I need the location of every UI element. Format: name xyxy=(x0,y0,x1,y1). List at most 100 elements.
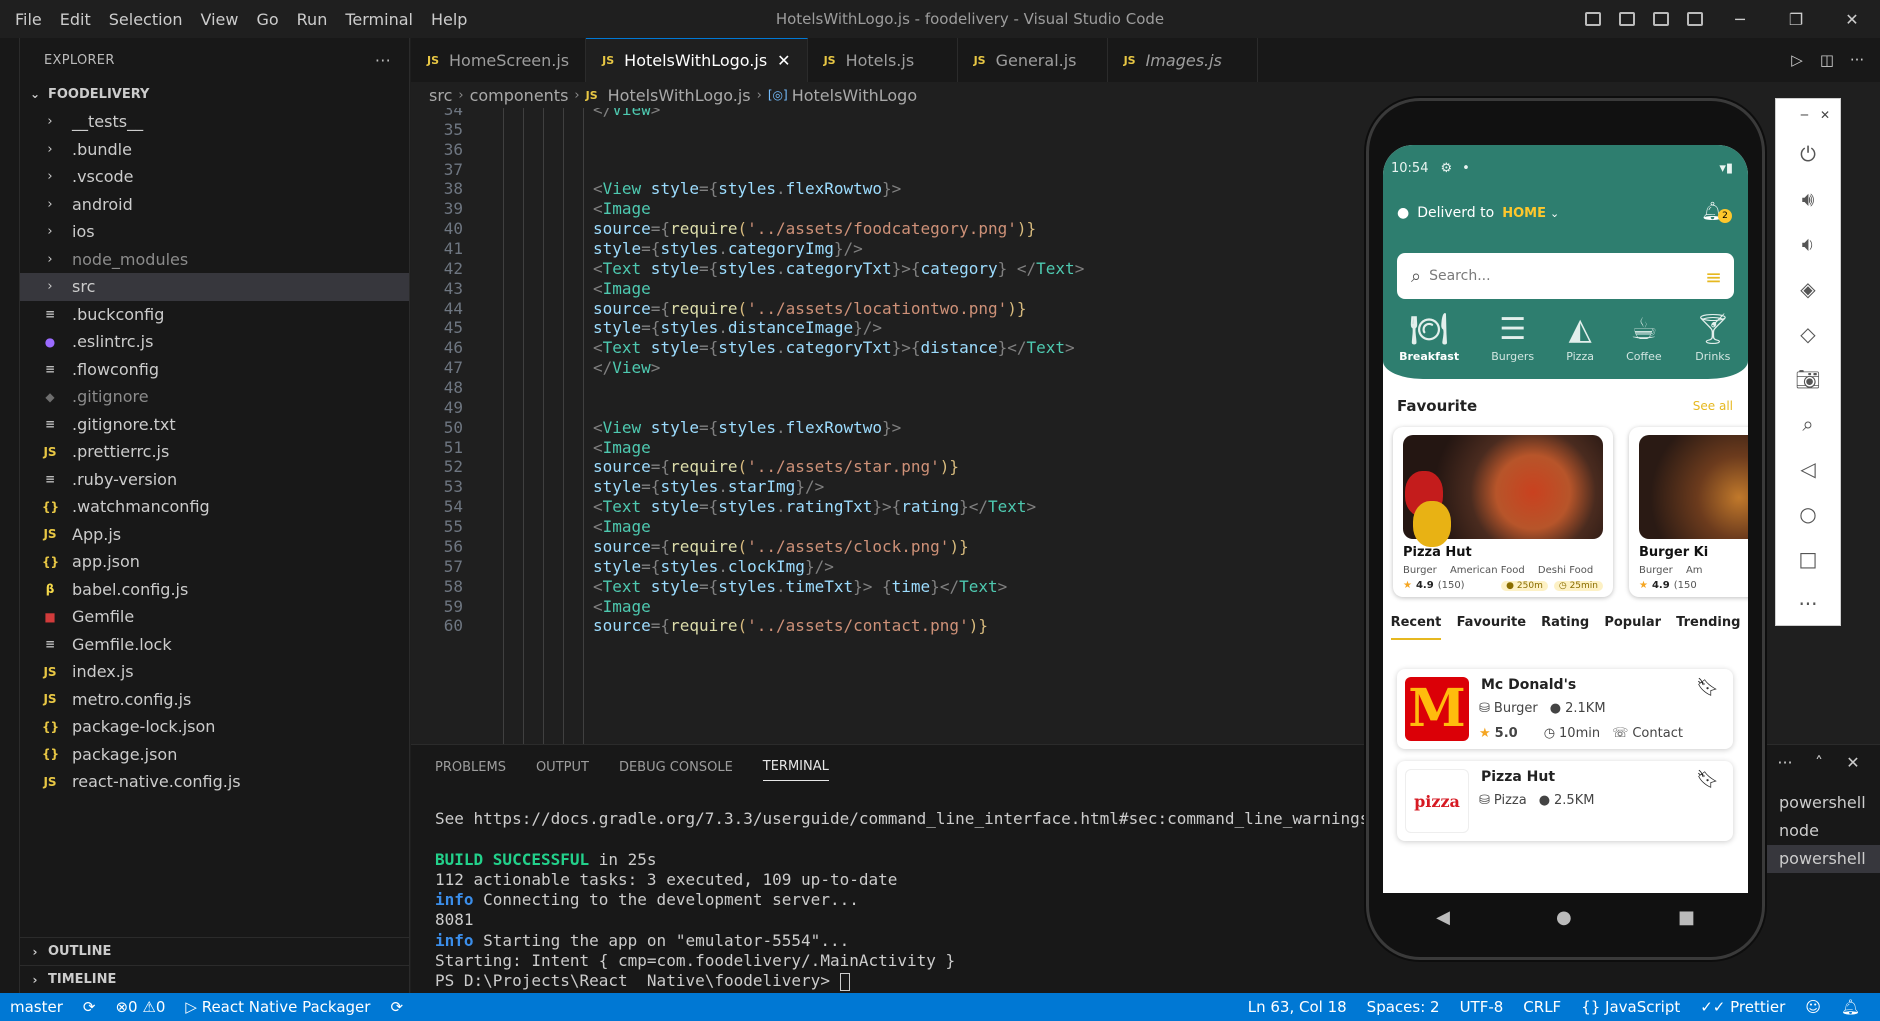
file-item[interactable]: ≡ Gemfile.lock xyxy=(20,631,409,659)
menu-help[interactable]: Help xyxy=(422,10,476,29)
tab-problems[interactable]: PROBLEMS xyxy=(435,754,506,781)
file-item[interactable]: JS .prettierrc.js xyxy=(20,438,409,466)
file-item[interactable]: ≡ .flowconfig xyxy=(20,356,409,384)
restore-button[interactable]: ❐ xyxy=(1768,0,1824,38)
branch-indicator[interactable]: master xyxy=(0,998,73,1016)
home-icon[interactable]: ● xyxy=(1556,907,1572,928)
indentation[interactable]: Spaces: 2 xyxy=(1357,998,1450,1016)
tab-favourite[interactable]: Favourite xyxy=(1457,615,1526,640)
close-window-button[interactable]: ✕ xyxy=(1824,0,1880,38)
folder-item[interactable]: › src xyxy=(20,273,409,301)
folder-item[interactable]: › ios xyxy=(20,218,409,246)
more-actions-icon[interactable]: ··· xyxy=(1842,51,1872,69)
encoding[interactable]: UTF-8 xyxy=(1450,998,1514,1016)
home-icon[interactable]: ○ xyxy=(1776,491,1840,536)
close-panel-icon[interactable]: ✕ xyxy=(1836,753,1870,772)
tab-terminal[interactable]: TERMINAL xyxy=(762,753,829,781)
feedback-icon[interactable]: ☺ xyxy=(1795,998,1831,1016)
language-mode[interactable]: {} JavaScript xyxy=(1571,998,1690,1016)
restaurant-item[interactable]: M Mc Donald's 🔖︎ ⛁ Burger ● 2.1KM ★ 5.0 … xyxy=(1397,669,1733,749)
tab-recent[interactable]: Recent xyxy=(1390,615,1442,640)
back-icon[interactable]: ◁ xyxy=(1776,446,1840,491)
menu-edit[interactable]: Edit xyxy=(51,10,100,29)
file-item[interactable]: JS App.js xyxy=(20,521,409,549)
menu-selection[interactable]: Selection xyxy=(100,10,192,29)
back-icon[interactable]: ◀ xyxy=(1436,907,1450,928)
phone-screen[interactable]: 10:54 ⚙ • ▾▮ ● Deliverd to HOME ⌄ 🔔︎ 2 ⌕… xyxy=(1383,145,1748,893)
packager-button[interactable]: ▷ React Native Packager xyxy=(175,998,380,1016)
project-folder-header[interactable]: ⌄ FOODELIVERY xyxy=(20,82,409,106)
recents-icon[interactable]: ■ xyxy=(1678,907,1695,928)
customize-layout-icon[interactable] xyxy=(1687,12,1703,26)
tab-popular[interactable]: Popular xyxy=(1604,615,1661,640)
tab-images[interactable]: JS Images.js xyxy=(1108,38,1258,82)
breadcrumb-components[interactable]: components xyxy=(470,86,569,105)
minimize-button[interactable]: ─ xyxy=(1712,0,1768,38)
tab-trending[interactable]: Trending xyxy=(1676,615,1740,640)
category-coffee[interactable]: ☕︎ Coffee xyxy=(1626,310,1662,363)
category-pizza[interactable]: ◭ Pizza xyxy=(1566,310,1594,363)
file-item[interactable]: JS react-native.config.js xyxy=(20,768,409,796)
terminal-instance[interactable]: powershell xyxy=(1765,789,1880,817)
menu-go[interactable]: Go xyxy=(247,10,287,29)
split-editor-icon[interactable]: ◫ xyxy=(1812,51,1842,69)
toggle-secondary-sidebar-icon[interactable] xyxy=(1653,12,1669,26)
terminal-instance[interactable]: powershell xyxy=(1765,845,1880,873)
terminal-instance[interactable]: node xyxy=(1765,817,1880,845)
folder-item[interactable]: › .vscode xyxy=(20,163,409,191)
close-icon[interactable]: ✕ xyxy=(1820,108,1830,122)
search-input[interactable]: ⌕ Search... ≡ xyxy=(1397,253,1734,299)
breadcrumb-src[interactable]: src xyxy=(429,86,452,105)
see-all-link[interactable]: See all xyxy=(1693,399,1733,413)
toggle-panel-icon[interactable] xyxy=(1619,12,1635,26)
file-item[interactable]: {} .watchmanconfig xyxy=(20,493,409,521)
run-icon[interactable]: ▷ xyxy=(1782,51,1812,69)
folder-item[interactable]: › android xyxy=(20,191,409,219)
toggle-sidebar-icon[interactable] xyxy=(1585,12,1601,26)
prettier-status[interactable]: ✓✓ Prettier xyxy=(1690,998,1795,1016)
zoom-icon[interactable]: ⌕ xyxy=(1776,401,1840,446)
close-tab-icon[interactable]: ✕ xyxy=(777,51,790,70)
camera-icon[interactable]: 📷︎ xyxy=(1776,356,1840,401)
tab-hotels[interactable]: JS Hotels.js xyxy=(808,38,958,82)
category-drinks[interactable]: 🍸︎ Drinks xyxy=(1694,310,1732,363)
delivery-location[interactable]: ● Deliverd to HOME ⌄ xyxy=(1397,205,1559,221)
tab-general[interactable]: JS General.js xyxy=(958,38,1108,82)
timeline-section[interactable]: › TIMELINE xyxy=(20,965,410,993)
menu-run[interactable]: Run xyxy=(288,10,337,29)
breadcrumb-symbol[interactable]: HotelsWithLogo xyxy=(792,86,917,105)
folder-item[interactable]: › node_modules xyxy=(20,246,409,274)
favourite-card[interactable]: Burger Ki Burger Am ★ 4.9 (150 xyxy=(1629,427,1748,597)
volume-down-icon[interactable]: 🔉︎ xyxy=(1776,221,1840,266)
file-item[interactable]: ● .eslintrc.js xyxy=(20,328,409,356)
restaurant-contact[interactable]: Contact xyxy=(1632,726,1683,741)
menu-file[interactable]: File xyxy=(6,10,51,29)
file-item[interactable]: {} app.json xyxy=(20,548,409,576)
file-item[interactable]: JS metro.config.js xyxy=(20,686,409,714)
folder-item[interactable]: › __tests__ xyxy=(20,108,409,136)
line-ending[interactable]: CRLF xyxy=(1513,998,1571,1016)
volume-up-icon[interactable]: 🔊︎ xyxy=(1776,176,1840,221)
rotate-right-icon[interactable]: ◇ xyxy=(1776,311,1840,356)
panel-more-icon[interactable]: ··· xyxy=(1768,753,1802,772)
category-breakfast[interactable]: 🍽︎ Breakfast xyxy=(1399,310,1459,363)
bookmark-icon[interactable]: 🔖︎ xyxy=(1696,677,1719,698)
menu-terminal[interactable]: Terminal xyxy=(336,10,422,29)
file-item[interactable]: ≡ .buckconfig xyxy=(20,301,409,329)
file-item[interactable]: ◆ .gitignore xyxy=(20,383,409,411)
minimize-icon[interactable]: ─ xyxy=(1801,108,1808,122)
folder-item[interactable]: › .bundle xyxy=(20,136,409,164)
rotate-left-icon[interactable]: ◈ xyxy=(1776,266,1840,311)
filter-icon[interactable]: ≡ xyxy=(1705,265,1722,289)
favourite-card[interactable]: Pizza Hut Burger American Food Deshi Foo… xyxy=(1393,427,1613,597)
restaurant-item[interactable]: pizza Pizza Hut 🔖︎ ⛁ Pizza ● 2.5KM xyxy=(1397,761,1733,841)
file-item[interactable]: ≡ .gitignore.txt xyxy=(20,411,409,439)
tab-output[interactable]: OUTPUT xyxy=(536,754,589,781)
maximize-panel-icon[interactable]: ˄ xyxy=(1802,753,1836,772)
cursor-position[interactable]: Ln 63, Col 18 xyxy=(1238,998,1357,1016)
more-icon[interactable]: ··· xyxy=(1776,581,1840,626)
menu-view[interactable]: View xyxy=(192,10,248,29)
file-item[interactable]: ■ Gemfile xyxy=(20,603,409,631)
refresh-icon[interactable]: ⟳ xyxy=(380,998,413,1016)
sync-icon[interactable]: ⟳ xyxy=(73,998,106,1016)
